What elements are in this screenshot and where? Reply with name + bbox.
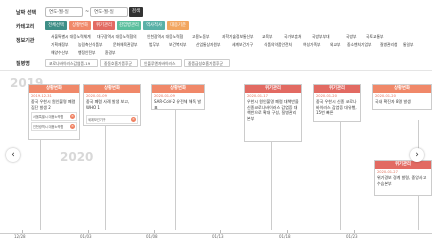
agency-item[interactable]: 질병관리청 xyxy=(380,41,397,48)
timeline-card[interactable]: 위기관리 2020-01-27 위기경보 경계 발령, 중앙사고수습본부 xyxy=(374,160,432,196)
timeline-card[interactable]: 상황변화 2020-01-09 중국 폐렴 사례 발생 보고, WHO 1 세계… xyxy=(83,84,141,126)
axis-tick-label: 01/08 xyxy=(146,234,158,239)
timeline-card[interactable]: 위기관리 2020-01-20 중국 우한시 신종 코로나 바이러스 감염증 대… xyxy=(313,84,361,122)
category-situation[interactable]: 상황변화 xyxy=(69,21,91,30)
agency-item[interactable]: 인천광역시 대응노력협 xyxy=(147,33,183,40)
agency-item[interactable]: 국방부부대 xyxy=(312,33,329,40)
agency-item[interactable]: 농림축산식품부 xyxy=(78,41,102,48)
card-agency: 세계보건기구 xyxy=(88,118,106,122)
agency-label: 정보기관 xyxy=(16,38,35,44)
card-agency: 인천광역시 대응노력협 xyxy=(33,125,64,129)
next-arrow-icon[interactable]: › xyxy=(410,148,424,162)
agency-item[interactable]: 국토교통부 xyxy=(366,33,383,40)
date-label: 날짜 선택 xyxy=(16,10,37,16)
date-separator: ~ xyxy=(85,9,90,15)
agency-item[interactable]: 행정안전부 xyxy=(78,49,95,56)
agency-item[interactable]: 중소벤처기업부 xyxy=(347,41,371,48)
agency-item[interactable]: 기획재정부 xyxy=(51,41,68,48)
category-infection[interactable]: 감염병관리 xyxy=(117,21,141,30)
remove-icon[interactable]: × xyxy=(70,114,75,119)
card-text: 중국 우한시 원인불명 폐렴 집단 발생 2 xyxy=(31,99,76,110)
card-category: 상황변화 xyxy=(29,85,79,93)
end-date-input[interactable]: 연도-월-일 xyxy=(90,7,128,17)
card-agency-row[interactable]: 서울특별시 대응노력협 × xyxy=(31,112,77,121)
disease-tag[interactable]: 중동호흡기증후군 xyxy=(100,59,138,67)
card-text: 중국 우한시 신종 코로나 바이러스 감염증 대유행, 15번 빠른 xyxy=(316,99,357,115)
agency-item[interactable]: 고용노동부 xyxy=(192,33,209,40)
timeline-card[interactable]: 상황변화 2019-12-31 중국 우한시 원인불명 폐렴 집단 발생 2 서… xyxy=(28,84,80,140)
axis-tick-label: 01/03 xyxy=(80,234,92,239)
card-text: 국내 확진자 8명 발생 xyxy=(375,99,411,104)
start-date-input[interactable]: 연도-월-일 xyxy=(45,7,83,17)
card-text: 중국 폐렴 사례 발생 보고, WHO 1 xyxy=(86,99,130,110)
card-category: 상황변화 xyxy=(152,85,204,93)
card-text: SAR-CoV-2 유전체 해독 발표 xyxy=(154,99,202,110)
tick-mark xyxy=(354,230,355,233)
card-category: 위기관리 xyxy=(375,161,431,169)
agency-item[interactable]: 환경부 xyxy=(105,49,115,56)
tick-mark xyxy=(154,230,155,233)
agency-item[interactable]: 세계보건기구 xyxy=(232,41,253,48)
timeline-connector xyxy=(175,108,176,230)
agency-item[interactable]: 문화체육관광부 xyxy=(113,41,137,48)
agency-item[interactable]: 외교부 xyxy=(330,41,340,48)
search-button[interactable]: 검색 xyxy=(129,7,143,17)
card-category: 상황변화 xyxy=(84,85,140,93)
prev-arrow-icon[interactable]: ‹ xyxy=(6,148,20,162)
agency-item[interactable]: 통일부 xyxy=(403,41,413,48)
category-label: 카테고리 xyxy=(16,24,35,30)
agency-item[interactable]: 과학기술정보통신부 xyxy=(222,33,253,40)
card-agency-row[interactable]: 인천광역시 대응노력협 × xyxy=(31,122,77,131)
card-category: 위기관리 xyxy=(314,85,360,93)
category-history[interactable]: 역사적사 xyxy=(143,21,165,30)
timeline-card[interactable]: 위기관리 2020-01-17 우한시 원인불명 폐렴 대책반을 신종코로나바이… xyxy=(244,84,302,142)
card-agency: 서울특별시 대응노력협 xyxy=(33,115,64,119)
filter-panel: 날짜 선택 연도-월-일 ~ 연도-월-일 검색 카테고리 전체선택 상황변화 … xyxy=(0,0,432,70)
timeline-card[interactable]: 상황변화 2020-01-20 국내 확진자 8명 발생 xyxy=(372,84,432,110)
axis-tick-label: 12/28 xyxy=(14,234,26,239)
card-text: 위기경보 경계 발령, 중앙사고수습본부 xyxy=(377,175,427,186)
agency-item[interactable]: 국방부 xyxy=(346,33,356,40)
agency-item[interactable]: 식품의약품안전처 xyxy=(264,41,292,48)
remove-icon[interactable]: × xyxy=(131,117,136,122)
disease-tag[interactable]: 인플루엔자바이러스 xyxy=(140,59,182,67)
remove-icon[interactable]: × xyxy=(70,124,75,129)
axis-tick-label: 01/18 xyxy=(279,234,291,239)
axis-tick-label: 01/13 xyxy=(212,234,224,239)
card-category: 상황변화 xyxy=(373,85,431,93)
timeline-connector xyxy=(271,140,272,230)
tick-mark xyxy=(88,230,89,233)
card-text: 우한시 원인불명 폐렴 대책반을 신종코로나바이러스 감염증 대책반으로 확대 … xyxy=(247,99,299,121)
timeline-card[interactable]: 상황변화 2020-01-09 SAR-CoV-2 유전체 해독 발표 xyxy=(151,84,205,110)
agency-item[interactable]: 해양수산부 xyxy=(51,49,68,56)
agency-item[interactable]: 여성가족부 xyxy=(303,41,320,48)
category-response[interactable]: 대응기준 xyxy=(167,21,189,30)
tick-mark xyxy=(22,230,23,233)
timeline-connector xyxy=(340,120,341,230)
agency-item[interactable]: 서울특별시 대응노력체계 xyxy=(51,33,91,40)
agency-item[interactable]: 대구광역시 대응노력협의 xyxy=(97,33,137,40)
card-agency-row[interactable]: 세계보건기구 × xyxy=(86,115,138,124)
disease-label: 질병명 xyxy=(16,61,30,67)
agency-item[interactable]: 보건복지부 xyxy=(169,41,186,48)
axis-tick-label: 01/23 xyxy=(346,234,358,239)
tick-mark xyxy=(220,230,221,233)
card-category: 위기관리 xyxy=(245,85,301,93)
disease-tag[interactable]: 중증급성호흡기증후군 xyxy=(184,59,230,67)
timeline-connector xyxy=(105,122,106,230)
disease-tag[interactable]: 코로나바이러스감염증-19 xyxy=(45,59,98,67)
category-select-all[interactable]: 전체선택 xyxy=(45,21,67,30)
agency-item[interactable]: 교육부 xyxy=(262,33,272,40)
category-crisis[interactable]: 위기관리 xyxy=(93,21,115,30)
agency-item[interactable]: 법무부 xyxy=(149,41,159,48)
agency-item[interactable]: 국가보훈처 xyxy=(284,33,301,40)
tick-mark xyxy=(287,230,288,233)
year-label: 2020 xyxy=(60,150,94,164)
agency-item[interactable]: 산업통상자원부 xyxy=(196,41,220,48)
